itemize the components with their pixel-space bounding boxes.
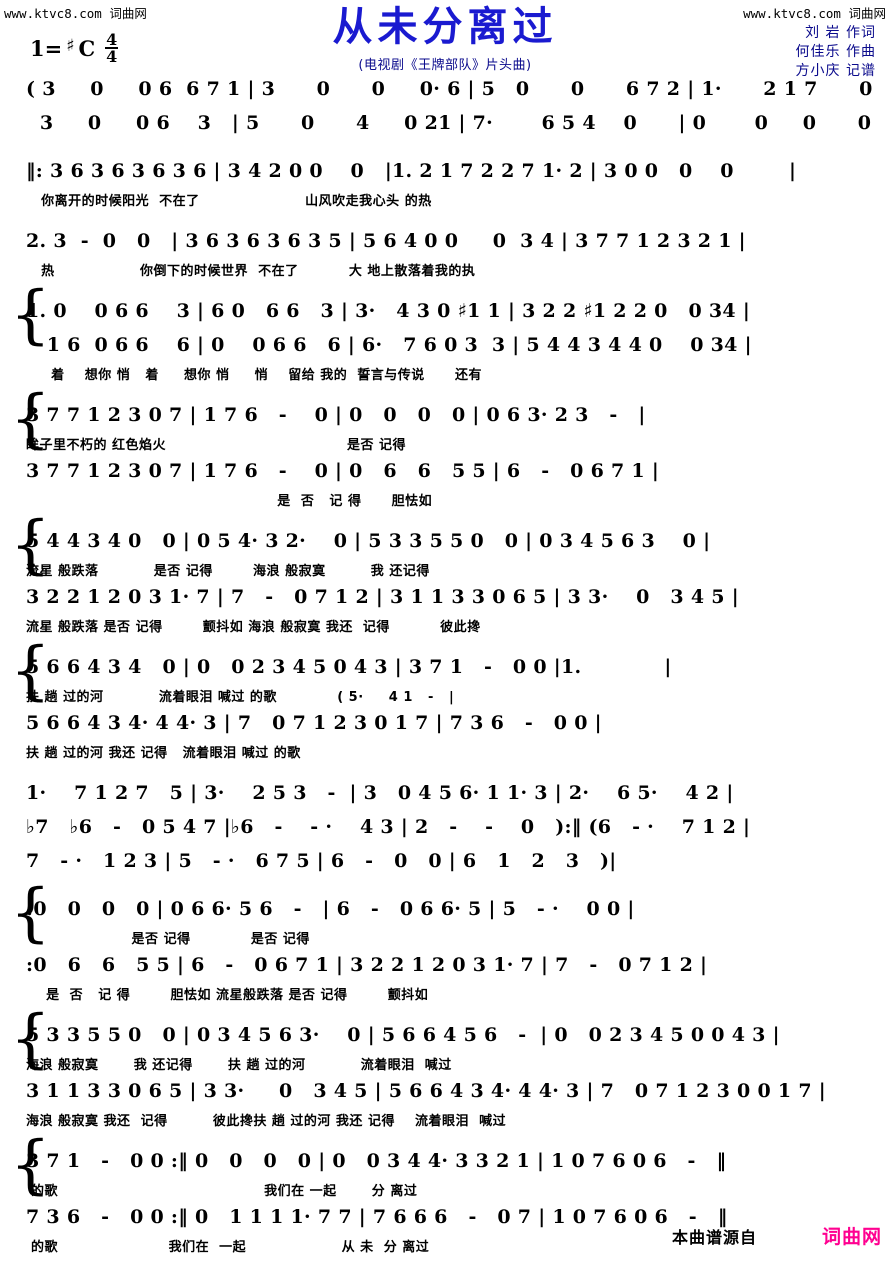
lyric-line: 流星 般跌落 是否 记得 海浪 般寂寞 我 还记得	[26, 563, 430, 579]
notation-line: 2. 3 - 0 0 | 3 6 3 6 3 6 3 5 | 5 6 4 0 0…	[26, 230, 746, 252]
credit-lyricist: 刘 岩 作词	[805, 25, 876, 41]
time-denominator: 4	[106, 47, 118, 67]
music-system: {1. 0 0 6 6 3 | 6 0 6 6 3 | 3· 4 3 0 ♯1 …	[0, 283, 890, 384]
key-letter: C	[78, 35, 96, 61]
notation-line: :0 0 0 0 | 0 6 6· 5 6 - | 6 - 0 6 6· 5 |…	[26, 898, 635, 920]
notation-line: ‖: 3 6 3 6 3 6 3 6 | 3 4 2 0 0 0 |1. 2 1…	[26, 160, 797, 182]
music-system: {:0 0 0 0 | 0 6 6· 5 6 - | 6 - 0 6 6· 5 …	[0, 881, 890, 1004]
lyric-line: 海浪 般寂寞 我还 记得 彼此搀扶 趟 过的河 我还 记得 流着眼泪 喊过	[26, 1113, 507, 1129]
notation-line: 1· 7 1 2 7 5 | 3· 2 5 3 - | 3 0 4 5 6· 1…	[26, 782, 734, 804]
notation-line: 1 6 0 6 6 6 | 0 0 6 6 6 | 6· 7 6 0 3 3 |…	[26, 334, 752, 356]
notation-line: 5 4 4 3 4 0 0 | 0 5 4· 3 2· 0 | 5 3 3 5 …	[26, 530, 711, 552]
system-spacer	[0, 1004, 890, 1018]
credit-composer: 何佳乐 作曲	[795, 43, 876, 60]
system-spacer	[0, 762, 890, 776]
notation-line: :0 6 6 5 5 | 6 - 0 6 7 1 | 3 2 2 1 2 0 3…	[26, 954, 708, 976]
music-system: {5 4 4 3 4 0 0 | 0 5 4· 3 2· 0 | 5 3 3 5…	[0, 513, 890, 636]
music-system: {5 6 6 4 3 4 0 | 0 0 2 3 4 5 0 4 3 | 3 7…	[0, 639, 890, 762]
music-system: 2. 3 - 0 0 | 3 6 3 6 3 6 3 5 | 5 6 4 0 0…	[0, 224, 890, 280]
notation-line: 7 - · 1 2 3 | 5 - · 6 7 5 | 6 - 0 0 | 6 …	[26, 850, 617, 872]
system-spacer	[0, 636, 890, 650]
notation-line: 3 7 1 - 0 0 :‖ 0 0 0 0 | 0 0 3 4 4· 3 3 …	[26, 1150, 727, 1172]
notation-line: 3 1 1 3 3 0 6 5 | 3 3· 0 3 4 5 | 5 6 6 4…	[26, 1080, 827, 1102]
key-label: 1=	[30, 35, 63, 61]
lyric-line: 扶 趟 过的河 流着眼泪 喊过 的歌 ( 5· 4 1 - |	[26, 689, 455, 705]
notation-line: 3 7 7 1 2 3 0 7 | 1 7 6 - 0 | 0 0 0 0 | …	[26, 404, 646, 426]
lyric-line: 眸子里不朽的 红色焰火 是否 记得	[26, 437, 406, 453]
notation-line: 5 6 6 4 3 4· 4 4· 3 | 7 0 7 1 2 3 0 1 7 …	[26, 712, 602, 734]
system-spacer	[0, 510, 890, 524]
lyric-line: 海浪 般寂寞 我 还记得 扶 趟 过的河 流着眼泪 喊过	[26, 1057, 452, 1073]
music-system: {5 3 3 5 5 0 0 | 0 3 4 5 6 3· 0 | 5 6 6 …	[0, 1007, 890, 1130]
system-spacer	[0, 1256, 890, 1270]
music-score: ( 3 0 0 6 6 7 1 | 3 0 0 0· 6 | 5 0 0 6 7…	[0, 72, 890, 1270]
song-subtitle: (电视剧《王牌部队》片头曲)	[358, 58, 532, 73]
lyric-line: 是 否 记 得 胆怯如 流星般跌落 是否 记得 颤抖如	[26, 987, 429, 1003]
system-spacer	[0, 210, 890, 224]
notation-line: 3 2 2 1 2 0 3 1· 7 | 7 - 0 7 1 2 | 3 1 1…	[26, 586, 739, 608]
music-system: 1· 7 1 2 7 5 | 3· 2 5 3 - | 3 0 4 5 6· 1…	[0, 776, 890, 878]
notation-line: ♭7 ♭6 - 0 5 4 7 |♭6 - - · 4 3 | 2 - - 0 …	[26, 816, 751, 838]
footer-logo: 词曲网	[821, 1226, 882, 1248]
notation-line: 3 7 7 1 2 3 0 7 | 1 7 6 - 0 | 0 6 6 5 5 …	[26, 460, 660, 482]
song-title: 从未分离过	[332, 3, 558, 50]
lyric-line: 你离开的时候阳光 不在了 山风吹走我心头 的热	[26, 193, 432, 209]
footer-source-text: 本曲谱源自	[672, 1228, 758, 1247]
notation-line: ( 3 0 0 6 6 7 1 | 3 0 0 0· 6 | 5 0 0 6 7…	[26, 78, 890, 100]
time-signature: 4 4	[105, 31, 119, 67]
lyric-line: 是否 记得 是否 记得	[26, 931, 310, 947]
music-system: {3 7 7 1 2 3 0 7 | 1 7 6 - 0 | 0 0 0 0 |…	[0, 387, 890, 510]
system-spacer	[0, 1130, 890, 1144]
music-system: ‖: 3 6 3 6 3 6 3 6 | 3 4 2 0 0 0 |1. 2 1…	[0, 154, 890, 210]
key-and-time-signature: 1= ♯ C 4 4	[30, 31, 119, 67]
notation-line: 5 3 3 5 5 0 0 | 0 3 4 5 6 3· 0 | 5 6 6 4…	[26, 1024, 780, 1046]
system-spacer	[0, 878, 890, 892]
lyric-line: 的歌 我们在 一起 分 离过	[26, 1183, 418, 1199]
music-system: ( 3 0 0 6 6 7 1 | 3 0 0 0· 6 | 5 0 0 6 7…	[0, 72, 890, 140]
lyric-line: 是 否 记 得 胆怯如	[26, 493, 433, 509]
system-spacer	[0, 384, 890, 398]
sharp-icon: ♯	[66, 36, 75, 57]
system-spacer	[0, 280, 890, 294]
lyric-line: 热 你倒下的时候世界 不在了 大 地上散落着我的执	[26, 263, 476, 279]
notation-line: 5 6 6 4 3 4 0 | 0 0 2 3 4 5 0 4 3 | 3 7 …	[26, 656, 672, 678]
lyric-line: 着 想你 悄 着 想你 悄 悄 留给 我的 誓言与传说 还有	[26, 367, 482, 383]
notation-line: 3 0 0 6 3 | 5 0 4 0 21 | 7· 6 5 4 0 | 0 …	[26, 112, 890, 134]
system-spacer	[0, 140, 890, 154]
lyric-line: 流星 般跌落 是否 记得 颤抖如 海浪 般寂寞 我还 记得 彼此搀	[26, 619, 481, 635]
notation-line: 1. 0 0 6 6 3 | 6 0 6 6 3 | 3· 4 3 0 ♯1 1…	[26, 300, 751, 322]
lyric-line: 扶 趟 过的河 我还 记得 流着眼泪 喊过 的歌	[26, 745, 301, 761]
